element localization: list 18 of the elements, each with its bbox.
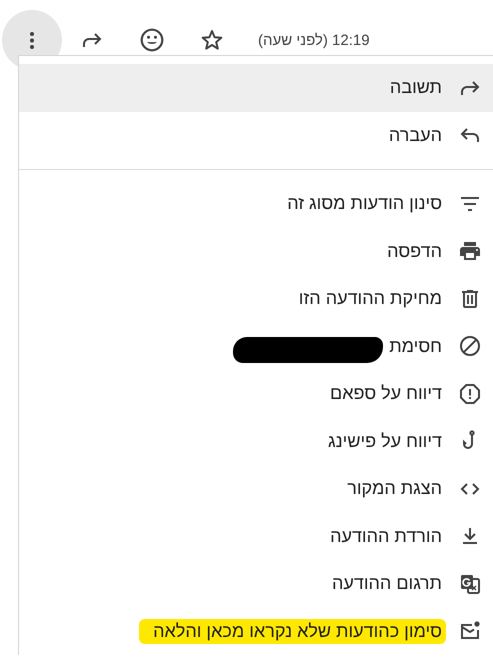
menu-item[interactable]: הורדת ההודעה — [19, 512, 493, 560]
menu-item[interactable]: דיווח על פישינג — [19, 418, 493, 465]
more-vert-icon — [30, 32, 34, 48]
emoji-icon[interactable] — [139, 27, 165, 53]
menu-item[interactable]: הצגת המקור — [19, 465, 493, 512]
menu-item[interactable]: חסימת — [19, 322, 493, 370]
menu-item[interactable]: העברה — [19, 112, 493, 159]
block-icon — [458, 334, 482, 358]
warning-octagon-icon — [458, 382, 482, 406]
message-time: 12:19 (לפני שעה) — [258, 32, 370, 48]
menu-item[interactable]: דיווח על ספאם — [19, 370, 493, 418]
menu-item[interactable]: מחיקת ההודעה הזו — [19, 275, 493, 322]
menu-item[interactable]: תשובה — [19, 64, 493, 112]
menu-item[interactable]: תרגום ההודעה — [19, 560, 493, 608]
star-icon[interactable] — [200, 28, 224, 52]
menu-item[interactable]: סימון כהודעות שלא נקראו מכאן והלאה — [19, 608, 493, 655]
menu-item[interactable]: סינון הודעות מסוג זה — [19, 180, 493, 228]
menu-item[interactable]: הדפסה — [19, 228, 493, 275]
